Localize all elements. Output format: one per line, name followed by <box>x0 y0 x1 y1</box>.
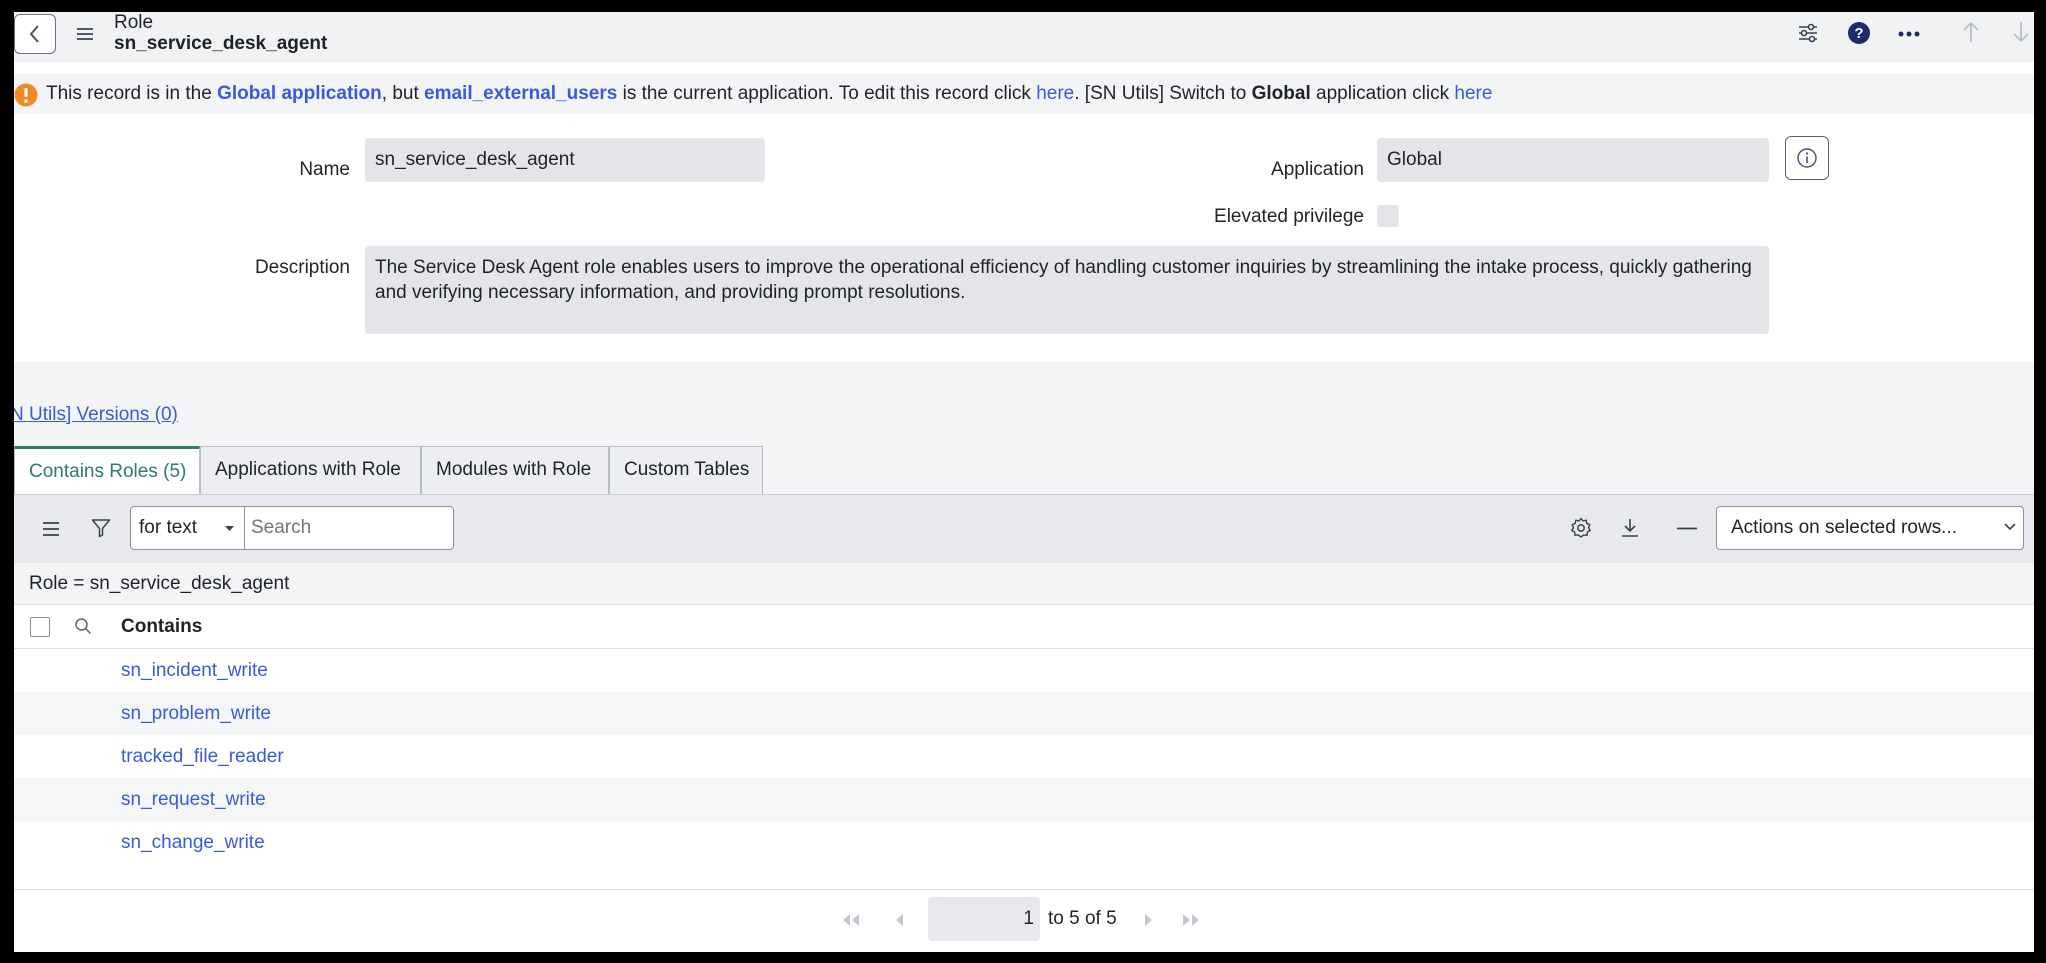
banner-text-2: , but <box>381 83 425 104</box>
back-button[interactable] <box>14 14 56 54</box>
chevron-down-icon <box>2004 523 2016 531</box>
select-all-checkbox[interactable] <box>30 617 50 637</box>
description-field[interactable]: The Service Desk Agent role enables user… <box>365 246 1769 334</box>
name-field[interactable]: sn_service_desk_agent <box>365 138 765 182</box>
caret-down-icon <box>225 526 234 532</box>
tab-modules-with-role[interactable]: Modules with Role <box>421 446 609 494</box>
list-settings-gear-icon[interactable] <box>1570 517 1592 539</box>
list-search-input[interactable] <box>249 509 449 547</box>
last-page-icon[interactable] <box>1182 914 1200 926</box>
list-toolbar: for text Actions on selected rows... <box>14 495 2034 563</box>
tab-applications-with-role[interactable]: Applications with Role <box>200 446 421 494</box>
related-list-tabs: Contains Roles (5) Applications with Rol… <box>14 446 763 494</box>
search-scope-value: for text <box>139 517 198 538</box>
role-link[interactable]: tracked_file_reader <box>121 735 284 778</box>
elevated-privilege-label: Elevated privilege <box>1214 206 1364 227</box>
tab-custom-tables[interactable]: Custom Tables <box>609 446 763 494</box>
chevron-left-icon <box>28 24 42 44</box>
role-link[interactable]: sn_change_write <box>121 821 265 864</box>
filter-breadcrumb[interactable]: Role = sn_service_desk_agent <box>29 563 289 605</box>
edit-record-here-link[interactable]: here <box>1036 83 1074 104</box>
help-icon[interactable]: ? <box>1847 21 1871 45</box>
info-icon <box>1796 147 1818 169</box>
name-label: Name <box>299 159 350 180</box>
current-application-link[interactable]: email_external_users <box>424 83 617 104</box>
banner-global-bold: Global <box>1251 83 1311 104</box>
actions-select-value: Actions on selected rows... <box>1731 517 1957 538</box>
current-page-value: 1 <box>1023 908 1034 929</box>
elevated-privilege-checkbox[interactable] <box>1377 205 1399 227</box>
more-options-icon[interactable] <box>1898 31 1920 37</box>
table-row: tracked_file_reader <box>14 735 2034 778</box>
personalize-form-icon[interactable] <box>1797 22 1819 44</box>
application-info-button[interactable] <box>1785 136 1829 180</box>
list-search-group: for text <box>130 506 454 550</box>
banner-text-1: This record is in the <box>46 83 218 104</box>
form-title: Role <box>114 12 154 33</box>
table-row: sn_change_write <box>14 821 2034 864</box>
column-search-icon[interactable] <box>74 617 92 635</box>
banner-text-4: . [SN Utils] Switch to <box>1074 83 1252 104</box>
filter-icon[interactable] <box>91 518 111 538</box>
record-name: sn_service_desk_agent <box>114 33 328 54</box>
list-menu-icon[interactable] <box>42 521 60 537</box>
page-number-input[interactable]: 1 <box>928 897 1040 941</box>
warning-icon <box>14 83 38 107</box>
search-scope-select[interactable]: for text <box>131 507 245 549</box>
column-header-contains[interactable]: Contains <box>121 605 202 648</box>
previous-page-icon[interactable] <box>895 914 904 926</box>
versions-link[interactable]: N Utils] Versions (0) <box>14 404 178 426</box>
first-page-icon[interactable] <box>842 914 860 926</box>
export-download-icon[interactable] <box>1620 517 1640 539</box>
context-menu-icon[interactable] <box>76 26 94 42</box>
next-page-icon[interactable] <box>1144 914 1153 926</box>
role-link[interactable]: sn_request_write <box>121 778 266 821</box>
table-row: sn_problem_write <box>14 692 2034 735</box>
svg-text:?: ? <box>1854 25 1863 42</box>
application-scope-banner: This record is in the Global application… <box>14 74 2034 114</box>
role-record-form: Role sn_service_desk_agent ? This record… <box>14 12 2034 952</box>
banner-text-5: application click <box>1310 83 1455 104</box>
table-row: sn_incident_write <box>14 649 2034 692</box>
contains-roles-list: for text Actions on selected rows... <box>14 494 2034 952</box>
table-row: sn_request_write <box>14 778 2034 821</box>
list-header-row: Contains <box>14 605 2034 649</box>
pagination-bar: 1 to 5 of 5 <box>14 889 2034 952</box>
application-label: Application <box>1271 159 1364 180</box>
previous-record-icon[interactable] <box>1963 21 1979 43</box>
form-header: Role sn_service_desk_agent ? <box>14 12 2034 62</box>
application-field[interactable]: Global <box>1377 138 1769 182</box>
next-record-icon[interactable] <box>2013 21 2029 43</box>
page-range-text: to 5 of 5 <box>1048 908 1117 929</box>
role-link[interactable]: sn_incident_write <box>121 649 268 692</box>
collapse-list-icon[interactable] <box>1677 527 1697 530</box>
global-application-link[interactable]: Global application <box>217 83 382 104</box>
actions-on-selected-rows-select[interactable]: Actions on selected rows... <box>1716 506 2024 550</box>
role-link[interactable]: sn_problem_write <box>121 692 271 735</box>
banner-text-3: is the current application. To edit this… <box>617 83 1037 104</box>
tab-contains-roles[interactable]: Contains Roles (5) <box>14 446 200 494</box>
filter-breadcrumb-bar: Role = sn_service_desk_agent <box>14 563 2034 605</box>
description-label: Description <box>254 257 350 278</box>
switch-application-here-link[interactable]: here <box>1454 83 1492 104</box>
